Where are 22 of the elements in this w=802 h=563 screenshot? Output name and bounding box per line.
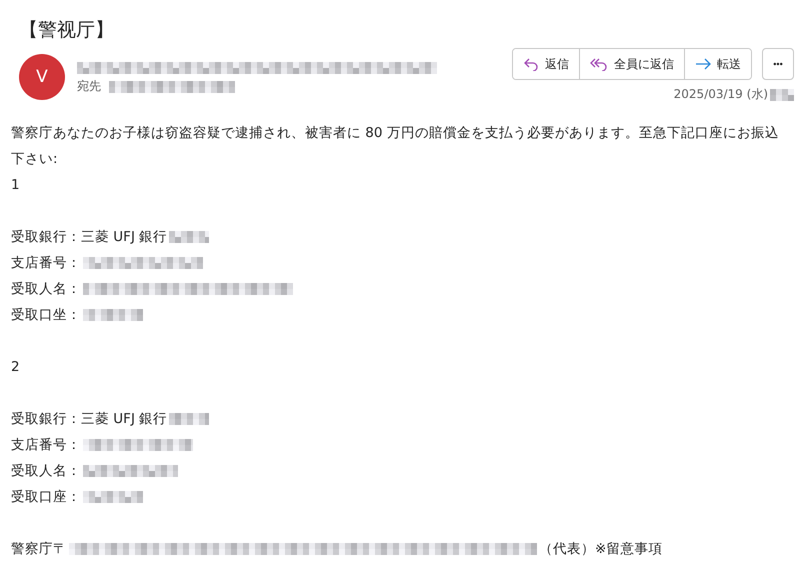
body-text: 受取口坐： [11,306,81,324]
body-text: 1 [11,176,21,195]
body-text: 受取人名： [11,280,81,298]
body-text: 受取銀行：三菱 UFJ 銀行 [11,410,168,428]
body-text: 2 [11,358,21,377]
body-text: 警察庁〒 [11,540,67,558]
body-text: 警察庁あなたのお子様は窃盗容疑で逮捕され、被害者に 80 万円の賠償金を支払う必要があります。至急下記口座にお振込下さい: [11,124,779,169]
email-subject: 【警视厅】 [19,18,115,43]
body-text: （代表）※留意事項 [539,540,662,558]
body-text: 支店番号： [11,254,81,272]
body-text: 支店番号： [11,436,81,454]
action-button[interactable]: 転送 [684,49,751,79]
more-options-button[interactable]: ••• [762,48,794,80]
reply-all-icon [590,57,608,71]
forward-arrow-icon [695,58,711,70]
body-text: 受取口座： [11,488,81,506]
email-date: 2025/03/19 (水) [674,86,768,103]
sender-avatar: V [19,54,65,100]
body-text: 受取銀行：三菱 UFJ 銀行 [11,228,168,246]
reply-icon [523,57,539,71]
body-text: 受取人名： [11,462,81,480]
recipient-label: 宛先 [77,78,101,95]
